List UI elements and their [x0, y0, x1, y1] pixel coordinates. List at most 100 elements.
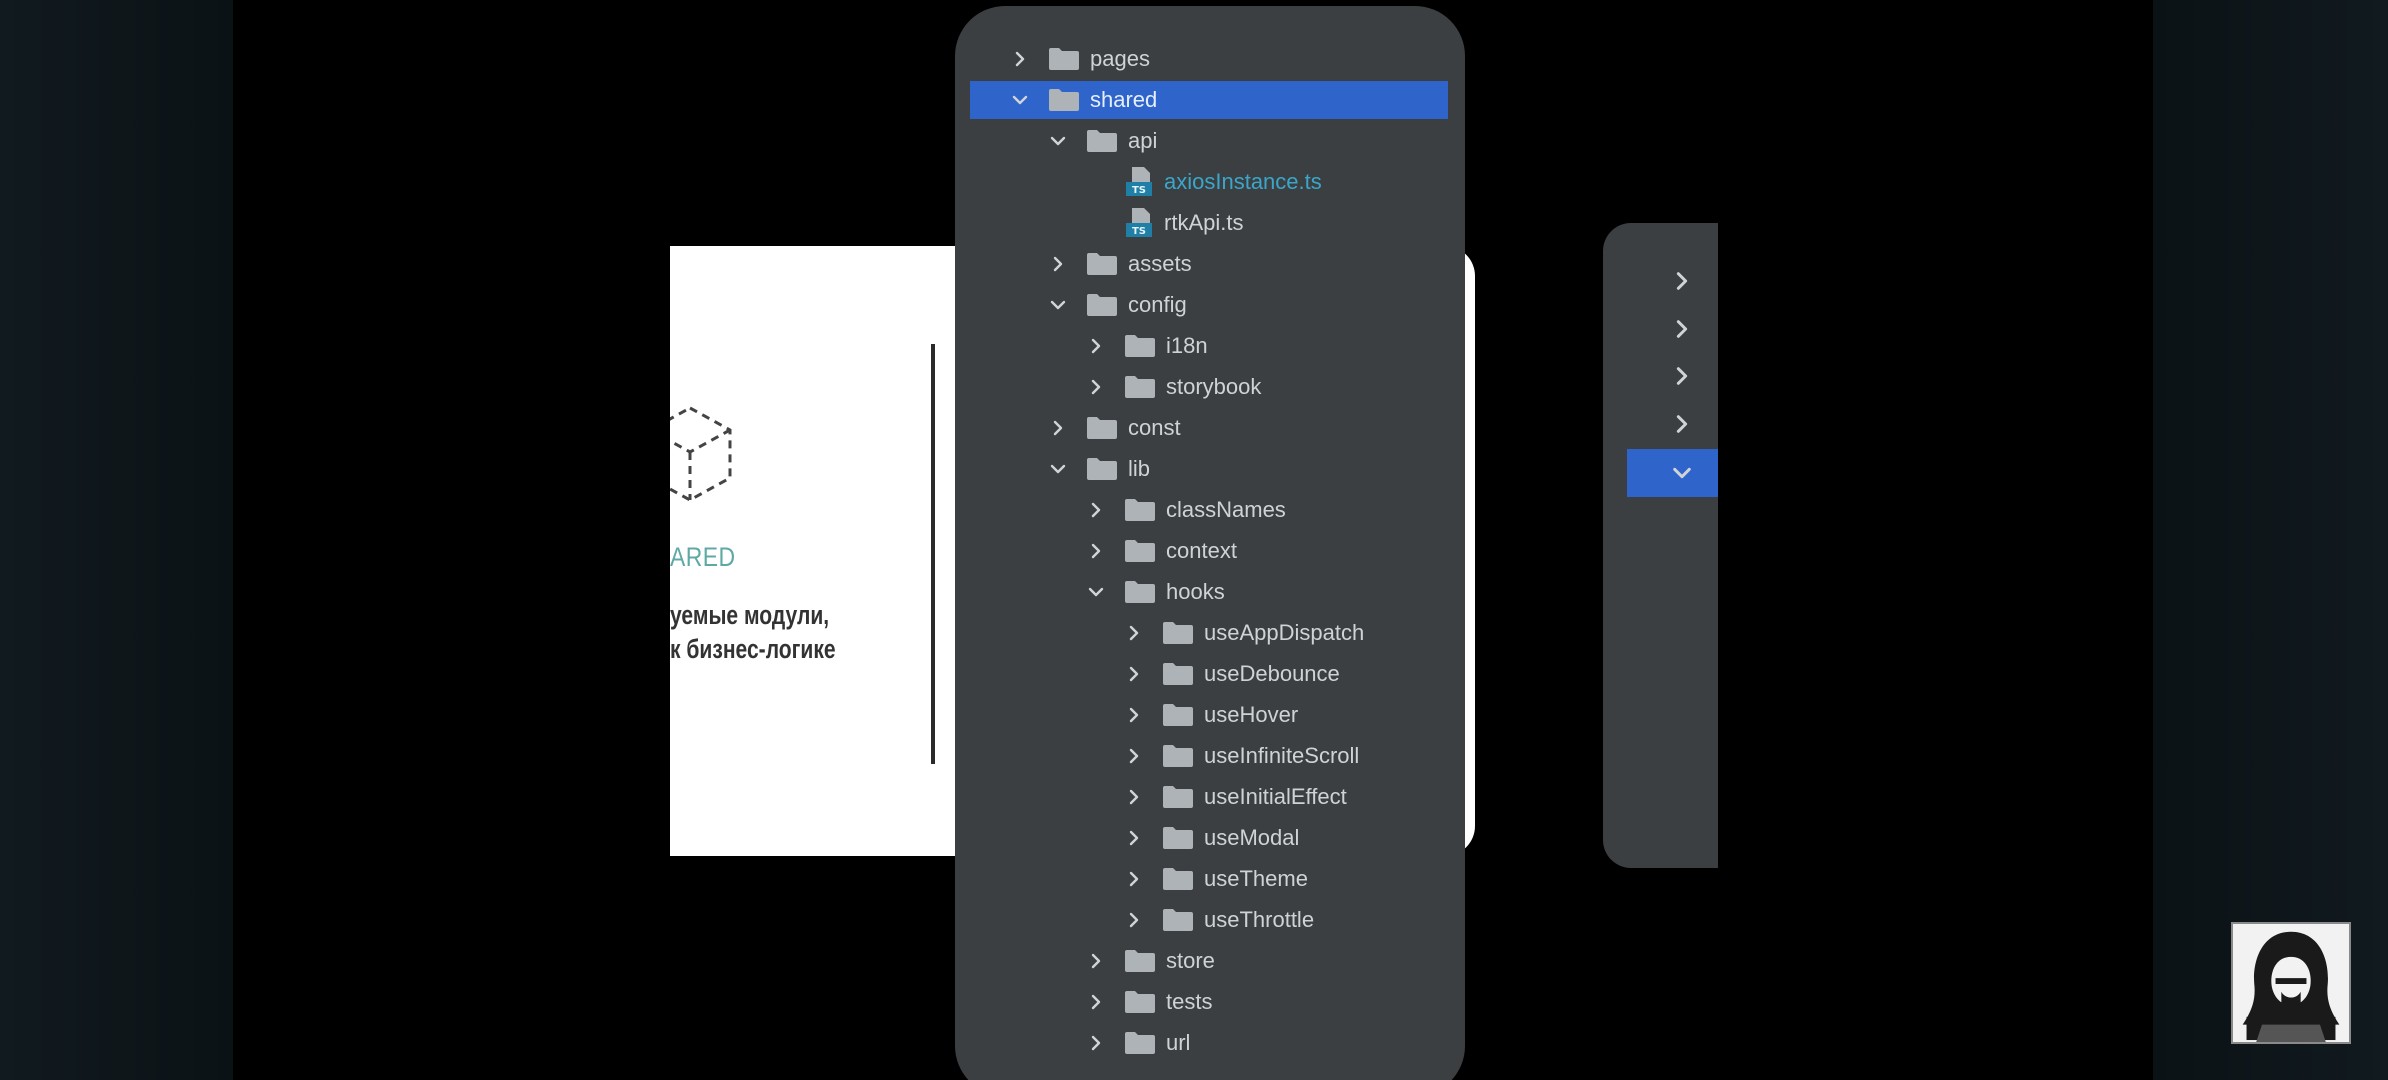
tree-folder-row[interactable]: i18n: [955, 325, 1465, 366]
tree-item-label: useThrottle: [1204, 906, 1315, 932]
tree-folder-row[interactable]: pages: [955, 38, 1465, 79]
slide-heading: ARED: [670, 542, 736, 572]
tree-file-row[interactable]: TS axiosInstance.ts: [955, 161, 1465, 202]
tree-item-label: api: [1128, 127, 1158, 153]
cube-outline-icon: [670, 406, 732, 502]
slide-description-line: к бизнес-логике: [670, 634, 836, 664]
tree-item-label: hooks: [1166, 578, 1225, 604]
tree-folder-row[interactable]: classNames: [955, 489, 1465, 530]
tree-item-label: lib: [1128, 455, 1151, 481]
folder-icon: [1162, 744, 1194, 768]
tree-folder-row[interactable]: api: [955, 120, 1465, 161]
chevron-right-icon[interactable]: [1048, 418, 1068, 438]
chevron-right-icon[interactable]: [1086, 951, 1106, 971]
chevron-right-icon[interactable]: [1671, 318, 1693, 340]
chevron-right-icon[interactable]: [1010, 49, 1030, 69]
background-left: [0, 0, 233, 1080]
chevron-right-icon[interactable]: [1671, 365, 1693, 387]
typescript-file-icon: TS: [1124, 207, 1154, 239]
slide-description: уемые модули, к бизнес-логике: [670, 598, 836, 666]
hooded-hacker-avatar-icon: [2242, 931, 2340, 1042]
screen: ARED уемые модули, к бизнес-логике pages…: [0, 0, 2388, 1080]
chevron-right-icon[interactable]: [1086, 1033, 1106, 1053]
svg-text:TS: TS: [1132, 185, 1146, 196]
tree-item-label: config: [1128, 291, 1187, 317]
tree-folder-row[interactable]: tests: [955, 981, 1465, 1022]
chevron-right-icon[interactable]: [1124, 664, 1144, 684]
tree-item-label: useInitialEffect: [1204, 783, 1347, 809]
tree-folder-row[interactable]: assets: [955, 243, 1465, 284]
secondary-tree-row[interactable]: [1627, 305, 1718, 353]
tree-folder-row[interactable]: useHover: [955, 694, 1465, 735]
folder-icon: [1124, 375, 1156, 399]
chevron-right-icon[interactable]: [1124, 623, 1144, 643]
chevron-right-icon[interactable]: [1124, 828, 1144, 848]
folder-icon: [1162, 621, 1194, 645]
chevron-right-icon[interactable]: [1124, 910, 1144, 930]
tree-item-label: useDebounce: [1204, 660, 1340, 686]
chevron-right-icon[interactable]: [1086, 336, 1106, 356]
chevron-right-icon[interactable]: [1671, 270, 1693, 292]
tree-folder-row[interactable]: shared: [955, 79, 1465, 120]
folder-icon: [1048, 47, 1080, 71]
tree-item-label: rtkApi.ts: [1164, 209, 1244, 235]
tree-folder-row[interactable]: context: [955, 530, 1465, 571]
tree-item-label: context: [1166, 537, 1237, 563]
tree-item-label: useHover: [1204, 701, 1299, 727]
chevron-right-icon[interactable]: [1124, 705, 1144, 725]
secondary-tree-row[interactable]: [1627, 400, 1718, 448]
tree-item-label: pages: [1090, 45, 1150, 71]
chevron-right-icon[interactable]: [1671, 413, 1693, 435]
svg-text:TS: TS: [1132, 226, 1146, 237]
project-tree-panel: pages shared api TS axiosInstance.ts TS rtkApi…: [955, 6, 1465, 1080]
project-tree: pages shared api TS axiosInstance.ts TS rtkApi…: [955, 38, 1465, 1063]
tree-folder-row[interactable]: hooks: [955, 571, 1465, 612]
tree-folder-row[interactable]: useDebounce: [955, 653, 1465, 694]
chevron-right-icon[interactable]: [1086, 377, 1106, 397]
chevron-down-icon[interactable]: [1048, 295, 1068, 315]
tree-folder-row[interactable]: config: [955, 284, 1465, 325]
chevron-down-icon[interactable]: [1048, 459, 1068, 479]
tree-folder-row[interactable]: const: [955, 407, 1465, 448]
tree-folder-row[interactable]: storybook: [955, 366, 1465, 407]
chevron-right-icon[interactable]: [1048, 254, 1068, 274]
chevron-down-icon[interactable]: [1010, 90, 1030, 110]
tree-item-label: tests: [1166, 988, 1213, 1014]
tree-folder-row[interactable]: useModal: [955, 817, 1465, 858]
tree-folder-row[interactable]: useInitialEffect: [955, 776, 1465, 817]
folder-icon: [1124, 1031, 1156, 1055]
tree-item-label: useAppDispatch: [1204, 619, 1365, 645]
chevron-down-icon[interactable]: [1671, 462, 1693, 484]
chevron-down-icon[interactable]: [1048, 131, 1068, 151]
secondary-tree-row[interactable]: [1627, 352, 1718, 400]
folder-icon: [1162, 703, 1194, 727]
folder-icon: [1048, 88, 1080, 112]
chevron-down-icon[interactable]: [1086, 582, 1106, 602]
folder-icon: [1162, 908, 1194, 932]
tree-folder-row[interactable]: useInfiniteScroll: [955, 735, 1465, 776]
slide-description-line: уемые модули,: [670, 600, 830, 630]
tree-folder-row[interactable]: lib: [955, 448, 1465, 489]
chevron-right-icon[interactable]: [1086, 541, 1106, 561]
tree-file-row[interactable]: TS rtkApi.ts: [955, 202, 1465, 243]
secondary-tree-panel: [1603, 223, 1718, 868]
chevron-right-icon[interactable]: [1124, 746, 1144, 766]
secondary-tree-row[interactable]: [1627, 257, 1718, 305]
tree-item-label: useTheme: [1204, 865, 1308, 891]
tree-folder-row[interactable]: url: [955, 1022, 1465, 1063]
chevron-right-icon[interactable]: [1124, 869, 1144, 889]
folder-icon: [1124, 539, 1156, 563]
chevron-right-icon[interactable]: [1086, 500, 1106, 520]
tree-folder-row[interactable]: useAppDispatch: [955, 612, 1465, 653]
folder-icon: [1124, 334, 1156, 358]
folder-icon: [1086, 293, 1118, 317]
chevron-right-icon[interactable]: [1124, 787, 1144, 807]
tree-folder-row[interactable]: useTheme: [955, 858, 1465, 899]
avatar: [2231, 922, 2351, 1044]
tree-folder-row[interactable]: useThrottle: [955, 899, 1465, 940]
tree-folder-row[interactable]: store: [955, 940, 1465, 981]
secondary-tree-row[interactable]: [1627, 449, 1718, 497]
tree-item-label: assets: [1128, 250, 1192, 276]
tree-item-label: store: [1166, 947, 1215, 973]
chevron-right-icon[interactable]: [1086, 992, 1106, 1012]
